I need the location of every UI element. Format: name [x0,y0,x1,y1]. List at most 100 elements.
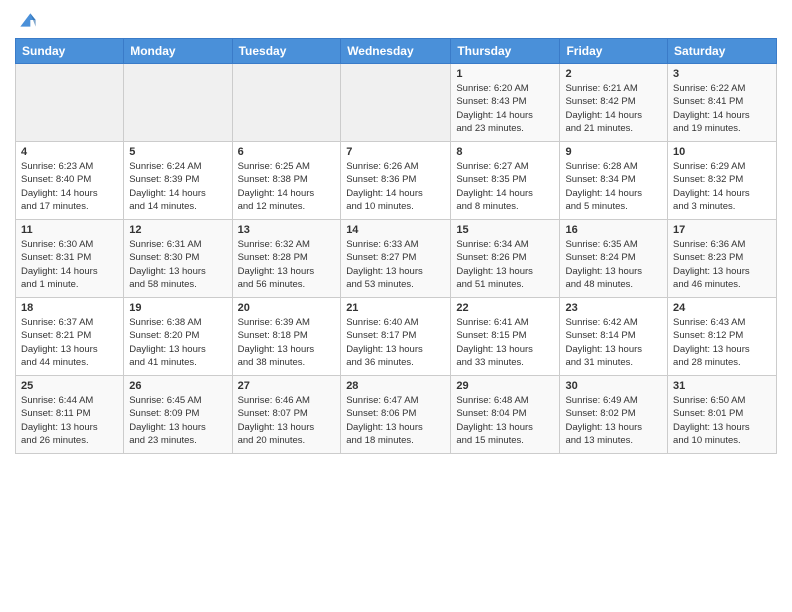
day-number: 4 [21,146,118,158]
day-number: 25 [21,380,118,392]
calendar-week-row: 4 Sunrise: 6:23 AM Sunset: 8:40 PM Daylig… [16,142,777,220]
calendar-day-cell: 27 Sunrise: 6:46 AM Sunset: 8:07 PM Dayli… [232,376,341,454]
day-info: Sunrise: 6:44 AM Sunset: 8:11 PM Dayligh… [21,394,118,447]
day-number: 13 [238,224,336,236]
calendar-day-cell: 1 Sunrise: 6:20 AM Sunset: 8:43 PM Daylig… [451,64,560,142]
day-info: Sunrise: 6:24 AM Sunset: 8:39 PM Dayligh… [129,160,226,213]
calendar-day-cell: 10Sunrise: 6:29 AM Sunset: 8:32 PM Dayli… [668,142,777,220]
day-number: 3 [673,68,771,80]
day-number: 23 [565,302,662,314]
calendar-week-row: 1 Sunrise: 6:20 AM Sunset: 8:43 PM Daylig… [16,64,777,142]
day-number: 14 [346,224,445,236]
calendar-day-cell: 3 Sunrise: 6:22 AM Sunset: 8:41 PM Daylig… [668,64,777,142]
day-info: Sunrise: 6:50 AM Sunset: 8:01 PM Dayligh… [673,394,771,447]
calendar-week-row: 25 Sunrise: 6:44 AM Sunset: 8:11 PM Dayli… [16,376,777,454]
logo-icon [17,10,37,30]
calendar-day-cell: 6Sunrise: 6:25 AM Sunset: 8:38 PM Daylig… [232,142,341,220]
calendar-day-cell: 16Sunrise: 6:35 AM Sunset: 8:24 PM Dayli… [560,220,668,298]
calendar-day-cell: 14 Sunrise: 6:33 AM Sunset: 8:27 PM Dayli… [341,220,451,298]
calendar-day-header: Thursday [451,39,560,64]
calendar-day-header: Sunday [16,39,124,64]
calendar-day-cell: 23 Sunrise: 6:42 AM Sunset: 8:14 PM Dayli… [560,298,668,376]
calendar-day-header: Friday [560,39,668,64]
day-info: Sunrise: 6:27 AM Sunset: 8:35 PM Dayligh… [456,160,554,213]
day-number: 20 [238,302,336,314]
day-number: 26 [129,380,226,392]
day-number: 18 [21,302,118,314]
day-info: Sunrise: 6:32 AM Sunset: 8:28 PM Dayligh… [238,238,336,291]
calendar-day-cell: 22 Sunrise: 6:41 AM Sunset: 8:15 PM Dayli… [451,298,560,376]
day-number: 11 [21,224,118,236]
day-number: 2 [565,68,662,80]
day-info: Sunrise: 6:31 AM Sunset: 8:30 PM Dayligh… [129,238,226,291]
day-number: 5 [129,146,226,158]
calendar-day-cell: 19Sunrise: 6:38 AM Sunset: 8:20 PM Dayli… [124,298,232,376]
day-number: 7 [346,146,445,158]
calendar-week-row: 18 Sunrise: 6:37 AM Sunset: 8:21 PM Dayli… [16,298,777,376]
calendar-day-header: Monday [124,39,232,64]
calendar-day-cell: 5 Sunrise: 6:24 AM Sunset: 8:39 PM Daylig… [124,142,232,220]
day-info: Sunrise: 6:22 AM Sunset: 8:41 PM Dayligh… [673,82,771,135]
calendar-day-cell [341,64,451,142]
day-info: Sunrise: 6:39 AM Sunset: 8:18 PM Dayligh… [238,316,336,369]
day-info: Sunrise: 6:37 AM Sunset: 8:21 PM Dayligh… [21,316,118,369]
day-number: 30 [565,380,662,392]
day-info: Sunrise: 6:21 AM Sunset: 8:42 PM Dayligh… [565,82,662,135]
calendar-day-cell: 12 Sunrise: 6:31 AM Sunset: 8:30 PM Dayli… [124,220,232,298]
logo-text [15,10,37,30]
day-number: 15 [456,224,554,236]
day-number: 22 [456,302,554,314]
calendar-day-cell: 2 Sunrise: 6:21 AM Sunset: 8:42 PM Daylig… [560,64,668,142]
day-number: 27 [238,380,336,392]
calendar-day-cell: 17Sunrise: 6:36 AM Sunset: 8:23 PM Dayli… [668,220,777,298]
day-number: 9 [565,146,662,158]
calendar-day-cell: 15 Sunrise: 6:34 AM Sunset: 8:26 PM Dayli… [451,220,560,298]
calendar-day-cell: 24Sunrise: 6:43 AM Sunset: 8:12 PM Dayli… [668,298,777,376]
day-info: Sunrise: 6:34 AM Sunset: 8:26 PM Dayligh… [456,238,554,291]
calendar-day-cell: 20 Sunrise: 6:39 AM Sunset: 8:18 PM Dayli… [232,298,341,376]
day-info: Sunrise: 6:36 AM Sunset: 8:23 PM Dayligh… [673,238,771,291]
day-info: Sunrise: 6:25 AM Sunset: 8:38 PM Dayligh… [238,160,336,213]
calendar-day-cell: 9 Sunrise: 6:28 AM Sunset: 8:34 PM Daylig… [560,142,668,220]
day-info: Sunrise: 6:42 AM Sunset: 8:14 PM Dayligh… [565,316,662,369]
day-info: Sunrise: 6:41 AM Sunset: 8:15 PM Dayligh… [456,316,554,369]
day-number: 12 [129,224,226,236]
calendar-week-row: 11Sunrise: 6:30 AM Sunset: 8:31 PM Dayli… [16,220,777,298]
day-info: Sunrise: 6:40 AM Sunset: 8:17 PM Dayligh… [346,316,445,369]
calendar-day-cell: 28Sunrise: 6:47 AM Sunset: 8:06 PM Dayli… [341,376,451,454]
calendar-day-cell: 8 Sunrise: 6:27 AM Sunset: 8:35 PM Daylig… [451,142,560,220]
day-info: Sunrise: 6:48 AM Sunset: 8:04 PM Dayligh… [456,394,554,447]
logo [15,10,37,30]
day-number: 21 [346,302,445,314]
day-info: Sunrise: 6:46 AM Sunset: 8:07 PM Dayligh… [238,394,336,447]
calendar-day-cell: 13 Sunrise: 6:32 AM Sunset: 8:28 PM Dayli… [232,220,341,298]
calendar-day-header: Wednesday [341,39,451,64]
day-number: 8 [456,146,554,158]
calendar-day-cell: 7 Sunrise: 6:26 AM Sunset: 8:36 PM Daylig… [341,142,451,220]
calendar-day-cell: 31 Sunrise: 6:50 AM Sunset: 8:01 PM Dayli… [668,376,777,454]
calendar-day-cell: 21 Sunrise: 6:40 AM Sunset: 8:17 PM Dayli… [341,298,451,376]
day-info: Sunrise: 6:35 AM Sunset: 8:24 PM Dayligh… [565,238,662,291]
day-number: 31 [673,380,771,392]
calendar-day-header: Tuesday [232,39,341,64]
page-container: SundayMondayTuesdayWednesdayThursdayFrid… [0,0,792,612]
calendar-day-cell [232,64,341,142]
calendar-day-cell: 26Sunrise: 6:45 AM Sunset: 8:09 PM Dayli… [124,376,232,454]
calendar-day-cell [16,64,124,142]
day-info: Sunrise: 6:20 AM Sunset: 8:43 PM Dayligh… [456,82,554,135]
day-info: Sunrise: 6:29 AM Sunset: 8:32 PM Dayligh… [673,160,771,213]
day-info: Sunrise: 6:28 AM Sunset: 8:34 PM Dayligh… [565,160,662,213]
day-number: 1 [456,68,554,80]
page-header [15,10,777,30]
calendar-day-cell: 18 Sunrise: 6:37 AM Sunset: 8:21 PM Dayli… [16,298,124,376]
day-number: 24 [673,302,771,314]
calendar-day-cell: 25 Sunrise: 6:44 AM Sunset: 8:11 PM Dayli… [16,376,124,454]
calendar-table: SundayMondayTuesdayWednesdayThursdayFrid… [15,38,777,454]
day-info: Sunrise: 6:49 AM Sunset: 8:02 PM Dayligh… [565,394,662,447]
calendar-day-cell: 4 Sunrise: 6:23 AM Sunset: 8:40 PM Daylig… [16,142,124,220]
day-info: Sunrise: 6:23 AM Sunset: 8:40 PM Dayligh… [21,160,118,213]
day-info: Sunrise: 6:47 AM Sunset: 8:06 PM Dayligh… [346,394,445,447]
day-info: Sunrise: 6:33 AM Sunset: 8:27 PM Dayligh… [346,238,445,291]
calendar-day-cell: 11Sunrise: 6:30 AM Sunset: 8:31 PM Dayli… [16,220,124,298]
day-info: Sunrise: 6:26 AM Sunset: 8:36 PM Dayligh… [346,160,445,213]
